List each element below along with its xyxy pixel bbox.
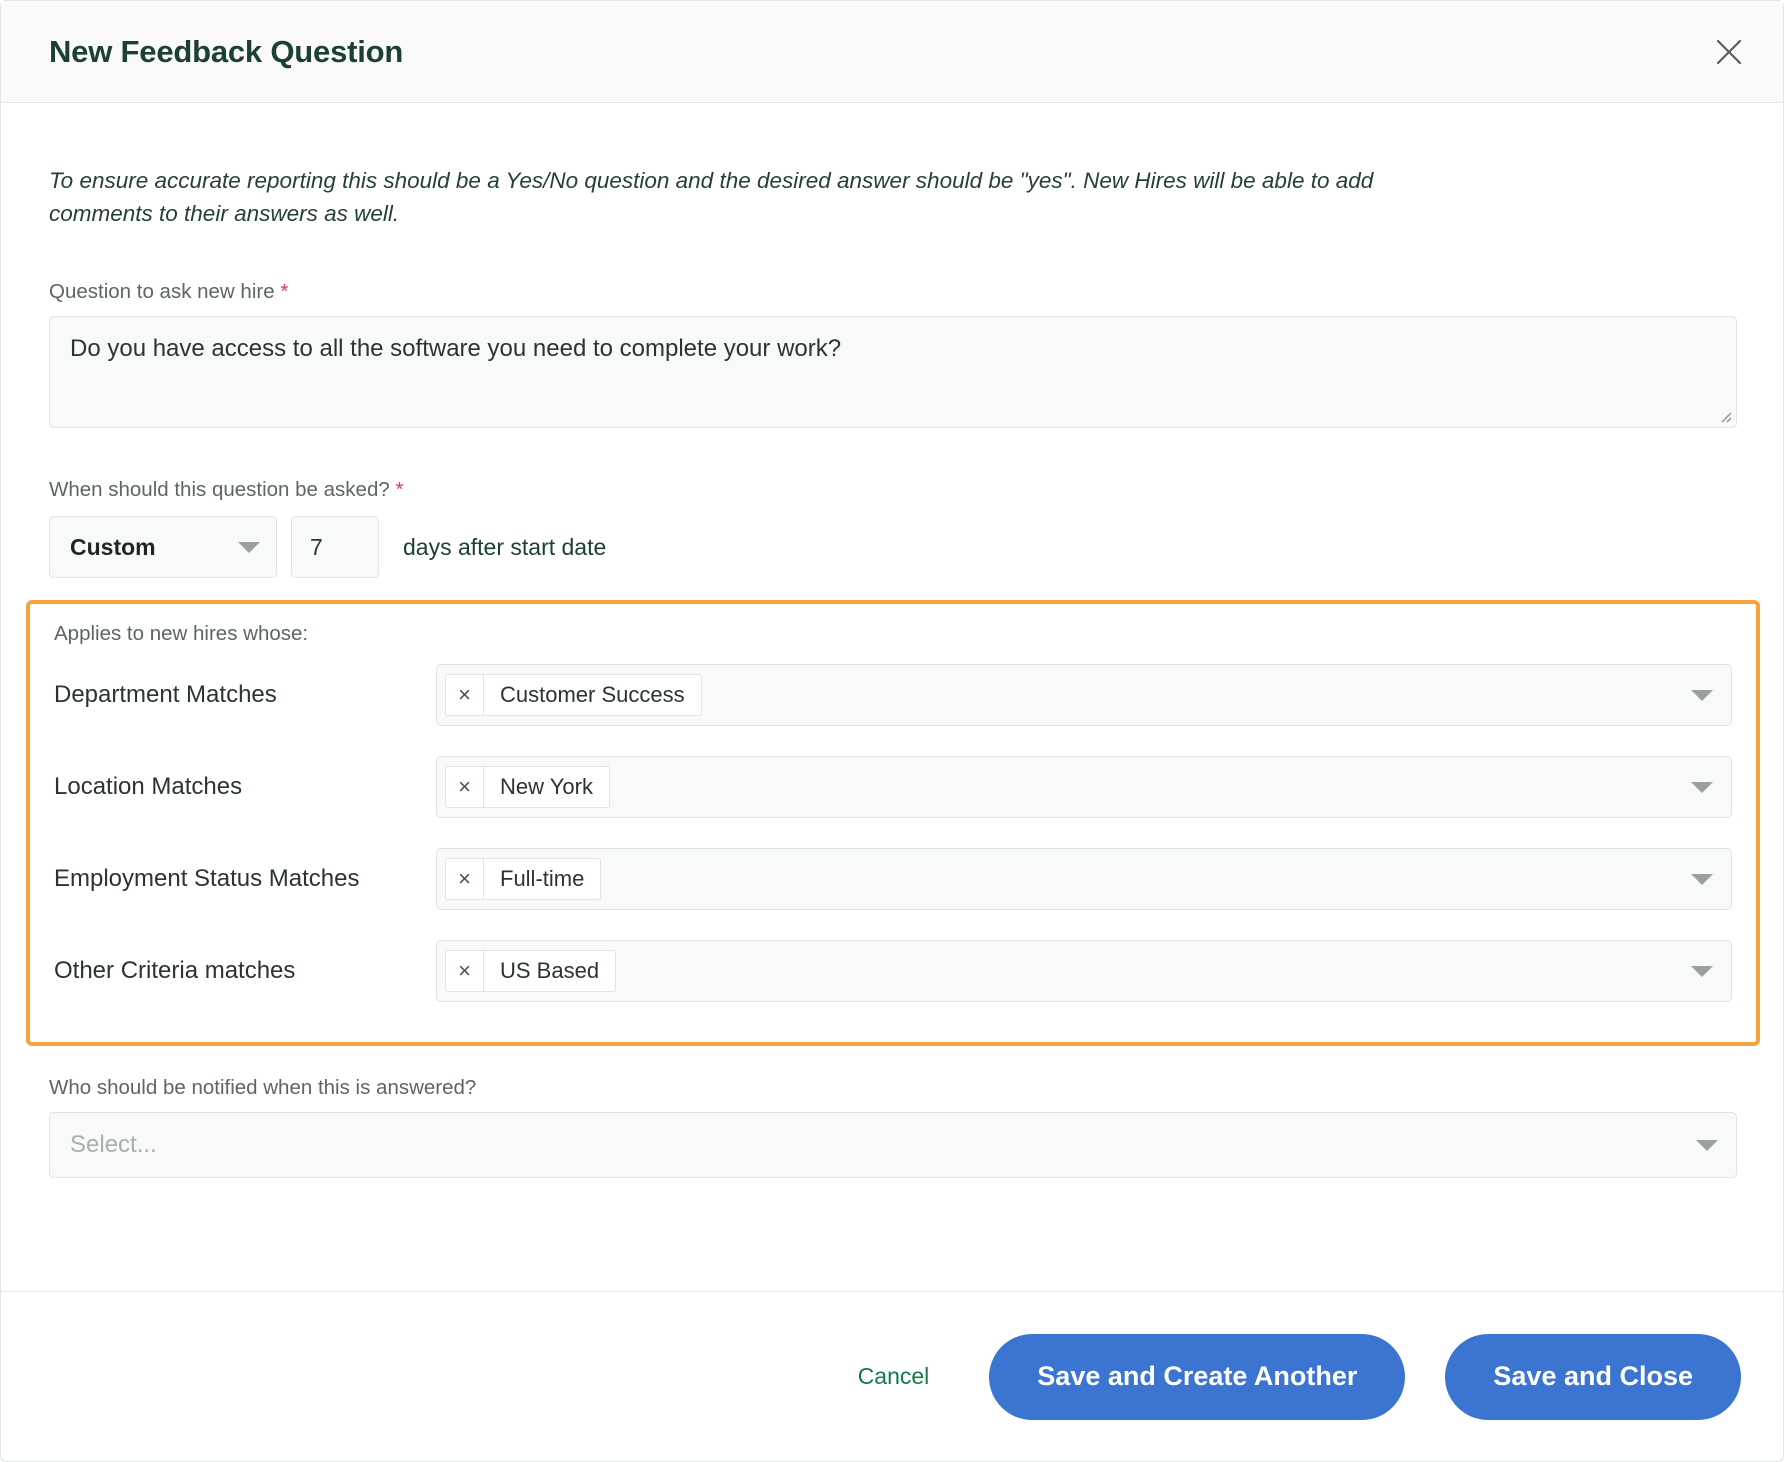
remove-tag-icon[interactable]: × <box>446 767 484 808</box>
remove-tag-icon[interactable]: × <box>446 859 484 900</box>
timing-label-text: When should this question be asked? <box>49 478 390 502</box>
save-and-create-another-button[interactable]: Save and Create Another <box>989 1333 1406 1420</box>
modal-body: To ensure accurate reporting this should… <box>1 103 1783 1291</box>
new-feedback-question-modal: New Feedback Question To ensure accurate… <box>0 0 1784 1462</box>
tag-label: Customer Success <box>500 682 685 708</box>
chevron-down-icon <box>1696 1139 1718 1151</box>
selected-tag: × Customer Success <box>445 674 702 717</box>
criteria-label: Employment Status Matches <box>54 865 360 893</box>
question-label-text: Question to ask new hire <box>49 280 275 304</box>
required-asterisk: * <box>280 280 289 304</box>
employment-status-multiselect[interactable]: × Full-time <box>436 848 1732 911</box>
notify-select-value: Select... <box>70 1131 157 1159</box>
question-input-value: Do you have access to all the software y… <box>70 335 842 363</box>
chevron-down-icon <box>1691 873 1713 885</box>
cancel-button[interactable]: Cancel <box>838 1353 950 1400</box>
criteria-row-department: Department Matches × Customer Success <box>54 664 1732 738</box>
criteria-label: Location Matches <box>54 773 243 801</box>
criteria-label: Department Matches <box>54 681 277 709</box>
required-asterisk: * <box>395 478 404 502</box>
timing-row: Custom 7 days after start date <box>49 516 1735 579</box>
chevron-down-icon <box>238 541 260 553</box>
notify-select[interactable]: Select... <box>49 1112 1737 1179</box>
criteria-caption: Applies to new hires whose: <box>54 622 309 646</box>
chevron-down-icon <box>1691 781 1713 793</box>
department-multiselect[interactable]: × Customer Success <box>436 664 1732 727</box>
close-icon[interactable] <box>1705 28 1753 76</box>
criteria-panel: Applies to new hires whose: Department M… <box>26 600 1760 1047</box>
intro-text: To ensure accurate reporting this should… <box>49 168 1374 226</box>
criteria-label: Other Criteria matches <box>54 957 296 985</box>
remove-tag-icon[interactable]: × <box>446 951 484 992</box>
location-multiselect[interactable]: × New York <box>436 756 1732 819</box>
criteria-row-employment-status: Employment Status Matches × Full-time <box>54 848 1732 922</box>
timing-suffix-text: days after start date <box>403 533 607 560</box>
remove-tag-icon[interactable]: × <box>446 675 484 716</box>
tag-label: Full-time <box>500 866 585 892</box>
selected-tag: × Full-time <box>445 858 602 901</box>
chevron-down-icon <box>1691 689 1713 701</box>
resize-handle-icon[interactable] <box>1716 407 1732 423</box>
notify-field-label: Who should be notified when this is answ… <box>49 1076 477 1100</box>
page-title: New Feedback Question <box>49 33 404 69</box>
criteria-row-location: Location Matches × New York <box>54 756 1732 830</box>
tag-label: US Based <box>500 958 600 984</box>
save-and-close-button[interactable]: Save and Close <box>1445 1333 1741 1420</box>
other-criteria-multiselect[interactable]: × US Based <box>436 940 1732 1003</box>
timing-field-label: When should this question be asked? * <box>49 478 1735 502</box>
question-field-label: Question to ask new hire * <box>49 280 1735 304</box>
question-input[interactable]: Do you have access to all the software y… <box>49 316 1737 429</box>
days-input[interactable]: 7 <box>291 516 379 579</box>
timing-select-value: Custom <box>70 533 156 560</box>
tag-label: New York <box>500 774 593 800</box>
selected-tag: × New York <box>445 766 610 809</box>
modal-header: New Feedback Question <box>1 1 1783 103</box>
selected-tag: × US Based <box>445 950 617 993</box>
timing-select[interactable]: Custom <box>49 516 277 579</box>
modal-footer: Cancel Save and Create Another Save and … <box>1 1291 1783 1461</box>
chevron-down-icon <box>1691 965 1713 977</box>
criteria-row-other-criteria: Other Criteria matches × US Based <box>54 940 1732 1014</box>
